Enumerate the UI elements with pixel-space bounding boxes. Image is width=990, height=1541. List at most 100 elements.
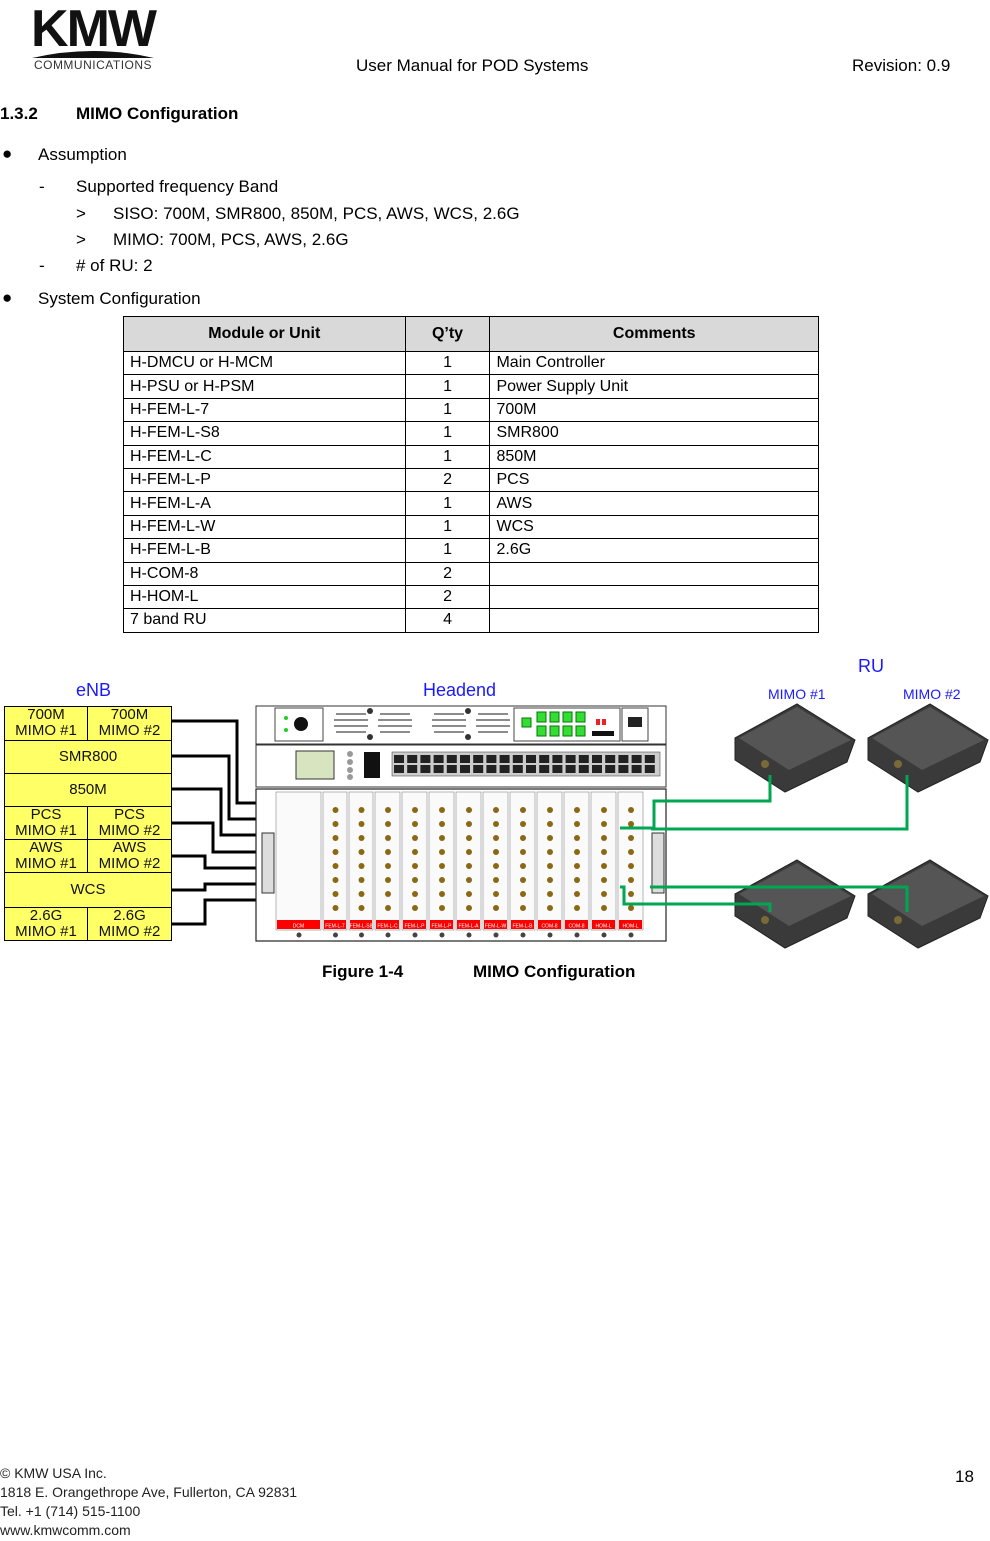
rf-connector xyxy=(466,807,472,813)
rj45-port xyxy=(407,755,418,763)
table-row: H-PSU or H-PSM 1 Power Supply Unit xyxy=(123,374,819,399)
rf-connector xyxy=(601,821,607,827)
rf-connector xyxy=(547,849,553,855)
rj45-port xyxy=(644,765,655,773)
rj45-port xyxy=(592,755,602,763)
comment-cell: Main Controller xyxy=(489,350,819,376)
rj45-port xyxy=(539,755,550,763)
quantity-cell: 2 xyxy=(404,561,491,586)
rf-connector xyxy=(574,835,580,841)
rf-connector xyxy=(466,863,472,869)
module-cell: H-FEM-L-A xyxy=(123,491,406,516)
quantity-cell: 1 xyxy=(404,374,491,399)
rf-connector xyxy=(547,905,553,911)
rj45-port xyxy=(394,755,404,763)
module-slot-fem-l-p: FEM-L-P xyxy=(428,791,455,938)
table-row: H-COM-8 2 xyxy=(123,561,819,586)
rj45-port xyxy=(565,755,576,763)
svg-text:KMW: KMW xyxy=(31,0,158,58)
rj45-port xyxy=(433,755,444,763)
rf-connector xyxy=(493,849,499,855)
footer-address: 1818 E. Orangethrope Ave, Fullerton, CA … xyxy=(0,1484,298,1500)
system-configuration-label: System Configuration xyxy=(38,289,201,308)
cable-2.6g xyxy=(172,898,258,926)
rf-connector xyxy=(412,891,418,897)
rf-connector xyxy=(493,891,499,897)
rf-connector xyxy=(466,835,472,841)
assumption-subitem: SISO: 700M, SMR800, 850M, PCS, AWS, WCS,… xyxy=(113,204,520,223)
rf-connector xyxy=(520,849,526,855)
quantity-cell: 2 xyxy=(404,467,491,493)
comment-cell: PCS xyxy=(489,467,819,493)
rf-connector xyxy=(547,863,553,869)
module-slot-fem-l-s8: FEM-L-S8 xyxy=(348,791,374,938)
rf-connector xyxy=(547,877,553,883)
rf-connector xyxy=(358,849,365,855)
rf-connector xyxy=(547,891,553,897)
rf-connector xyxy=(547,807,553,813)
rf-connector xyxy=(628,821,634,827)
rf-connector xyxy=(332,807,339,813)
column-header: Module or Unit xyxy=(123,316,406,352)
rj45-port xyxy=(499,755,510,763)
cable-850m xyxy=(172,787,258,837)
rf-connector xyxy=(385,835,391,841)
module-cell: H-FEM-L-B xyxy=(123,538,406,563)
slot-label: COM-8 xyxy=(568,924,584,930)
footer-web-link[interactable]: www.kmwcomm.com xyxy=(0,1521,297,1540)
slot-label: FEM-L-P xyxy=(432,924,453,930)
rj45-port xyxy=(499,765,510,773)
module-cell: H-FEM-L-C xyxy=(123,444,406,469)
comment-cell xyxy=(489,561,819,586)
comment-cell: WCS xyxy=(489,514,819,540)
module-cell: 7 band RU xyxy=(123,608,406,633)
rf-connector xyxy=(385,821,391,827)
rj45-port xyxy=(592,765,602,773)
quantity-cell: 4 xyxy=(404,608,491,633)
rf-connector xyxy=(385,877,391,883)
comment-cell: SMR800 xyxy=(489,421,819,446)
module-cell: H-FEM-L-S8 xyxy=(123,421,406,446)
rf-connector xyxy=(574,891,580,897)
table-header-row: Module or Unit Q’ty Comments xyxy=(123,316,819,352)
rf-connector xyxy=(332,877,339,883)
footer-copyright: © KMW USA Inc. xyxy=(0,1465,107,1481)
logo-subtext: COMMUNICATIONS xyxy=(33,58,153,72)
rj45-port xyxy=(552,755,563,763)
rf-connector xyxy=(358,905,365,911)
cable-700m xyxy=(172,719,258,805)
rf-connector xyxy=(628,905,634,911)
rj45-port xyxy=(486,755,497,763)
rf-connector xyxy=(628,835,634,841)
table-row: H-FEM-L-B 1 2.6G xyxy=(123,538,819,563)
rj45-port xyxy=(460,755,470,763)
table-row: H-FEM-L-P 2 PCS xyxy=(123,467,819,493)
cable-wcs xyxy=(172,882,258,892)
module-cell: H-DMCU or H-MCM xyxy=(123,350,406,376)
rf-connector xyxy=(439,877,445,883)
comment-cell: 2.6G xyxy=(489,538,819,563)
rf-connector xyxy=(439,891,445,897)
quantity-cell: 1 xyxy=(404,514,491,540)
rf-connector xyxy=(412,821,418,827)
quantity-cell: 1 xyxy=(404,421,491,446)
coax-cables xyxy=(172,719,258,926)
quantity-cell: 1 xyxy=(404,444,491,469)
rf-connector xyxy=(466,849,472,855)
slot-label: HOM-L xyxy=(622,924,638,930)
rf-connector xyxy=(574,849,580,855)
rf-connector xyxy=(412,849,418,855)
rf-connector xyxy=(358,835,365,841)
rj45-port xyxy=(407,765,418,773)
rf-connector xyxy=(628,877,634,883)
rj45-port xyxy=(605,755,616,763)
slot-label: FEM-L-W xyxy=(485,924,507,930)
table-row: H-FEM-L-W 1 WCS xyxy=(123,514,819,540)
rf-connector xyxy=(601,807,607,813)
module-slot-com-8: COM-8 xyxy=(536,791,563,938)
arrow-marker: > xyxy=(76,230,86,249)
table-row: 7 band RU 4 xyxy=(123,608,819,633)
rf-connector xyxy=(466,891,472,897)
quantity-cell: 1 xyxy=(404,538,491,563)
rj45-port xyxy=(539,765,550,773)
